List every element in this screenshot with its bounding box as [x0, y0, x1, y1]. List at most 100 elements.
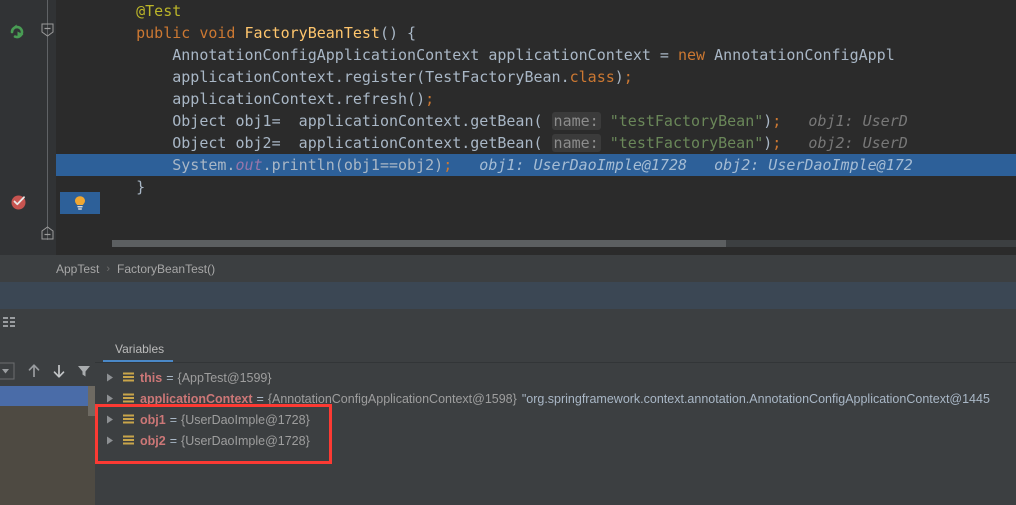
code-token: } — [136, 178, 146, 196]
fold-column[interactable] — [40, 0, 56, 255]
variable-row[interactable]: applicationContext = {AnnotationConfigAppl… — [95, 388, 1016, 409]
frames-list[interactable] — [0, 386, 95, 505]
code-token: System. — [172, 156, 236, 174]
fold-region-icon-bottom[interactable] — [41, 226, 54, 240]
object-value-icon — [123, 414, 134, 426]
variable-value: {UserDaoImple@1728} — [181, 433, 310, 448]
code-token: () { — [379, 24, 417, 42]
variable-name: obj1 — [140, 412, 166, 427]
code-token: ; — [425, 90, 435, 108]
variable-name: applicationContext — [140, 391, 253, 406]
code-token: out — [235, 156, 263, 174]
triangle-right-icon[interactable] — [103, 430, 117, 451]
editor-hscrollbar-track[interactable] — [112, 240, 1016, 247]
frames-scrollbar[interactable] — [88, 386, 95, 505]
code-token: .println(obj1==obj2) — [262, 156, 444, 174]
code-token: FactoryBeanTest — [244, 24, 380, 42]
fold-region-icon-top[interactable] — [41, 23, 54, 37]
soft-wrap-icon[interactable] — [3, 316, 19, 329]
code-token: AnnotationConfigAppl — [705, 46, 895, 64]
breadcrumb-item-class[interactable]: AppTest — [56, 262, 99, 276]
code-token: public — [136, 24, 191, 42]
variable-row[interactable]: obj1 = {UserDaoImple@1728} — [95, 409, 1016, 430]
object-value-icon — [123, 372, 134, 384]
code-token: ) — [614, 68, 624, 86]
code-token: Object obj1= applicationContext.getBean( — [172, 112, 552, 130]
frames-scrollbar-thumb[interactable] — [88, 386, 95, 416]
code-token: void — [199, 24, 236, 42]
variables-panel: Variables this = {AppTest@1599} application… — [95, 336, 1016, 505]
triangle-right-icon[interactable] — [103, 367, 117, 388]
idea-debug-screen: @Test public void FactoryBeanTest() { An… — [0, 0, 1016, 505]
code-token: Object obj2= applicationContext.getBean( — [172, 134, 552, 152]
variable-tostring: "org.springframework.context.annotation.… — [521, 391, 990, 406]
arrow-up-icon[interactable] — [25, 362, 43, 380]
code-token: name: — [551, 112, 601, 130]
code-token: class — [569, 68, 615, 86]
code-editor[interactable]: @Test public void FactoryBeanTest() { An… — [0, 0, 1016, 255]
code-token: @Test — [136, 2, 182, 20]
chevron-right-icon: › — [106, 262, 111, 275]
code-token: AnnotationConfigApplicationContext appli… — [172, 46, 678, 64]
code-line[interactable]: applicationContext.refresh(); — [56, 88, 1016, 110]
variable-name: this — [140, 370, 163, 385]
code-token: ; — [772, 112, 782, 130]
variables-tabrow[interactable]: Variables — [95, 336, 1016, 363]
variable-value: {AnnotationConfigApplicationContext@1598… — [267, 391, 517, 406]
variable-row[interactable]: this = {AppTest@1599} — [95, 367, 1016, 388]
debugger-panel: Variables this = {AppTest@1599} application… — [0, 336, 1016, 505]
code-token: new — [677, 46, 706, 64]
breakpoint-verified-icon[interactable] — [10, 193, 28, 211]
triangle-right-icon[interactable] — [103, 409, 117, 430]
frames-toolbar[interactable] — [0, 356, 95, 386]
tab-variables[interactable]: Variables — [103, 336, 176, 362]
triangle-right-icon[interactable] — [103, 388, 117, 409]
code-line[interactable]: AnnotationConfigApplicationContext appli… — [56, 44, 1016, 66]
variable-equals: = — [256, 391, 264, 406]
object-value-icon — [123, 393, 134, 405]
breadcrumb[interactable]: AppTest › FactoryBeanTest() — [0, 255, 1016, 282]
chevron-down-icon[interactable] — [0, 362, 18, 380]
code-token: "testFactoryBean" — [609, 112, 764, 130]
run-test-icon[interactable] — [8, 22, 28, 42]
code-line[interactable]: Object obj1= applicationContext.getBean(… — [56, 110, 1016, 132]
code-text-area[interactable]: @Test public void FactoryBeanTest() { An… — [56, 0, 1016, 255]
variable-row[interactable]: obj2 = {UserDaoImple@1728} — [95, 430, 1016, 451]
code-token: applicationContext.refresh() — [172, 90, 426, 108]
breadcrumb-item-method[interactable]: FactoryBeanTest() — [117, 262, 215, 276]
code-token: ) — [763, 112, 773, 130]
variables-tree[interactable]: this = {AppTest@1599} applicationContext = {A… — [95, 363, 1016, 505]
code-token: obj2: UserD — [781, 134, 908, 152]
code-line[interactable]: applicationContext.register(TestFactoryB… — [56, 66, 1016, 88]
editor-gutter[interactable] — [0, 0, 40, 255]
editor-hscrollbar-thumb[interactable] — [112, 240, 726, 247]
code-token: applicationContext.register(TestFactoryB… — [172, 68, 570, 86]
frames-panel[interactable] — [0, 336, 95, 505]
variable-name: obj2 — [140, 433, 166, 448]
object-value-icon — [123, 435, 134, 447]
debug-header-strip — [0, 282, 1016, 309]
code-token: "testFactoryBean" — [609, 134, 764, 152]
code-token: obj1: UserDaoImple@1728 obj2: UserDaoImp… — [452, 156, 913, 174]
code-line[interactable]: System.out.println(obj1==obj2); obj1: Us… — [56, 154, 1016, 176]
code-line[interactable]: } — [56, 176, 1016, 198]
debug-toolstrip[interactable] — [0, 309, 1016, 337]
code-line[interactable]: public void FactoryBeanTest() { — [56, 22, 1016, 44]
code-token: name: — [551, 134, 601, 152]
tab-variables-underline — [103, 360, 173, 362]
arrow-down-icon[interactable] — [50, 362, 68, 380]
variable-equals: = — [169, 433, 178, 448]
code-line[interactable]: @Test — [56, 0, 1016, 22]
code-token: ; — [443, 156, 453, 174]
tab-variables-label: Variables — [115, 342, 165, 356]
code-token: ; — [772, 134, 782, 152]
frame-list-item-selected[interactable] — [0, 386, 88, 406]
variable-value: {AppTest@1599} — [177, 370, 272, 385]
code-line[interactable]: Object obj2= applicationContext.getBean(… — [56, 132, 1016, 154]
filter-icon[interactable] — [75, 362, 93, 380]
code-token: ) — [763, 134, 773, 152]
